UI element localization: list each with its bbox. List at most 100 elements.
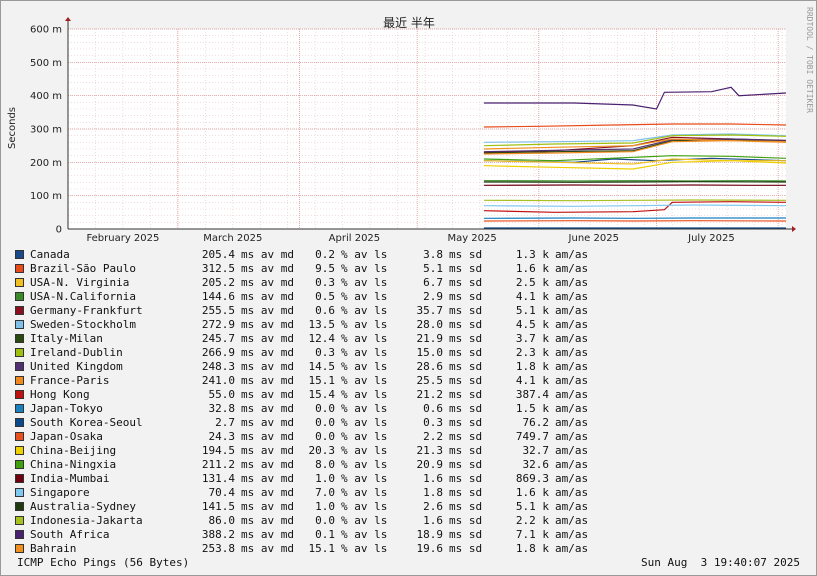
legend-stddev-unit: ms sd	[449, 374, 483, 387]
legend-row: United Kingdom 248.3 ms av md 14.5% av ls 28…	[15, 360, 615, 374]
legend-stddev: 28.0	[416, 318, 444, 331]
legend-swatch	[15, 404, 24, 413]
legend-name: Bahrain	[30, 542, 77, 555]
graph-frame: 最近 半年 Seconds RRDTOOL / TOBI OETIKER 0 10…	[0, 0, 817, 576]
legend-median: 248.3	[201, 360, 235, 373]
legend-stddev-unit: ms sd	[449, 332, 483, 345]
legend-stddev-unit: ms sd	[449, 290, 483, 303]
legend-row: Japan-Tokyo 32.8 ms av md 0.0% av ls 0.6 ms s…	[15, 402, 615, 416]
legend-stddev: 1.8	[423, 486, 443, 499]
series-line-18	[483, 181, 787, 183]
legend-stddev-unit: ms sd	[449, 472, 483, 485]
legend-am: 4.1 k	[515, 290, 549, 303]
legend-am: 4.5 k	[515, 318, 549, 331]
legend-stddev-unit: ms sd	[449, 360, 483, 373]
legend-am-unit: am/as	[555, 514, 589, 527]
legend-stddev: 15.0	[416, 346, 444, 359]
legend-loss: 15.1	[308, 542, 336, 555]
legend-stddev: 21.2	[416, 388, 444, 401]
legend-name: France-Paris	[30, 374, 110, 387]
legend-median: 32.8	[208, 402, 236, 415]
legend-am: 1.8 k	[515, 360, 549, 373]
y-tick-label: 0	[56, 225, 62, 236]
legend-am: 1.6 k	[515, 262, 549, 275]
legend-am: 1.8 k	[515, 542, 549, 555]
y-tick-label: 600 m	[30, 25, 62, 36]
legend-am: 5.1 k	[515, 304, 549, 317]
legend-swatch	[15, 348, 24, 357]
legend-name: Germany-Frankfurt	[30, 304, 143, 317]
legend-median: 272.9	[201, 318, 235, 331]
legend-row: Indonesia-Jakarta 86.0 ms av md 0.0% av ls 1…	[15, 514, 615, 528]
legend-loss: 9.5	[315, 262, 335, 275]
legend-am-unit: am/as	[555, 248, 589, 261]
legend-swatch	[15, 488, 24, 497]
legend-swatch	[15, 250, 24, 259]
legend-row: Brazil-São Paulo 312.5 ms av md 9.5% av ls 5…	[15, 262, 615, 276]
legend-loss: 0.0	[315, 416, 335, 429]
legend-swatch	[15, 418, 24, 427]
legend-swatch	[15, 460, 24, 469]
x-tick-label: March 2025	[203, 233, 262, 244]
legend-name: China-Ningxia	[30, 458, 117, 471]
legend-row: South Korea-Seoul 2.7 ms av md 0.0% av ls 0.…	[15, 416, 615, 430]
legend-median: 70.4	[208, 486, 236, 499]
legend-median: 255.5	[201, 304, 235, 317]
legend-name: Singapore	[30, 486, 90, 499]
legend-am: 32.6	[522, 458, 550, 471]
legend-stddev: 2.2	[423, 430, 443, 443]
y-tick-label: 400 m	[30, 91, 62, 102]
legend-stddev: 21.9	[416, 332, 444, 345]
legend-swatch	[15, 474, 24, 483]
legend-row: Ireland-Dublin 266.9 ms av md 0.3% av ls 15.…	[15, 346, 615, 360]
legend-am-unit: am/as	[555, 458, 589, 471]
legend-loss: 20.3	[308, 444, 336, 457]
legend-row: Sweden-Stockholm 272.9 ms av md 13.5% av ls…	[15, 318, 615, 332]
legend-stddev: 35.7	[416, 304, 444, 317]
legend-loss: 0.0	[315, 402, 335, 415]
y-axis-label: Seconds	[7, 107, 18, 149]
legend-row: China-Ningxia 211.2 ms av md 8.0% av ls 20.9…	[15, 458, 615, 472]
legend-row: South Africa 388.2 ms av md 0.1% av ls 18.9 m…	[15, 528, 615, 542]
legend-am: 869.3	[515, 472, 549, 485]
legend-am-unit: am/as	[555, 416, 589, 429]
legend-loss: 0.2	[315, 248, 335, 261]
y-axis-arrow	[65, 17, 71, 21]
legend-loss: 7.0	[315, 486, 335, 499]
legend-am-unit: am/as	[555, 332, 589, 345]
legend-am-unit: am/as	[555, 472, 589, 485]
legend-swatch	[15, 334, 24, 343]
legend-median: 266.9	[201, 346, 235, 359]
legend-am: 1.3 k	[515, 248, 549, 261]
y-tick-label: 200 m	[30, 158, 62, 169]
legend-name: Japan-Tokyo	[30, 402, 103, 415]
legend-stddev: 1.6	[423, 472, 443, 485]
legend-loss: 0.0	[315, 514, 335, 527]
legend-am-unit: am/as	[555, 304, 589, 317]
legend-loss: 0.5	[315, 290, 335, 303]
rrdtool-watermark: RRDTOOL / TOBI OETIKER	[805, 7, 814, 113]
legend-median: 86.0	[208, 514, 236, 527]
legend-stddev-unit: ms sd	[449, 500, 483, 513]
y-tick-label: 100 m	[30, 191, 62, 202]
legend-swatch	[15, 362, 24, 371]
legend-loss: 15.4	[308, 388, 336, 401]
legend-stddev-unit: ms sd	[449, 486, 483, 499]
ping-chart: 最近 半年 Seconds RRDTOOL / TOBI OETIKER 0 10…	[7, 7, 814, 244]
legend-stddev-unit: ms sd	[449, 416, 483, 429]
legend-row: Italy-Milan 245.7 ms av md 12.4% av ls 21.9 m…	[15, 332, 615, 346]
legend-am: 1.6 k	[515, 486, 549, 499]
legend-am-unit: am/as	[555, 444, 589, 457]
legend-median: 2.7	[215, 416, 235, 429]
legend-am: 5.1 k	[515, 500, 549, 513]
y-tick-label: 300 m	[30, 125, 62, 136]
legend-stddev-unit: ms sd	[449, 388, 483, 401]
legend-swatch	[15, 376, 24, 385]
legend-stddev-unit: ms sd	[449, 318, 483, 331]
legend-stddev: 1.6	[423, 514, 443, 527]
legend-name: USA-N. Virginia	[30, 276, 130, 289]
legend-am-unit: am/as	[555, 542, 589, 555]
legend-swatch	[15, 264, 24, 273]
legend-am-unit: am/as	[555, 528, 589, 541]
legend-name: China-Beijing	[30, 444, 117, 457]
